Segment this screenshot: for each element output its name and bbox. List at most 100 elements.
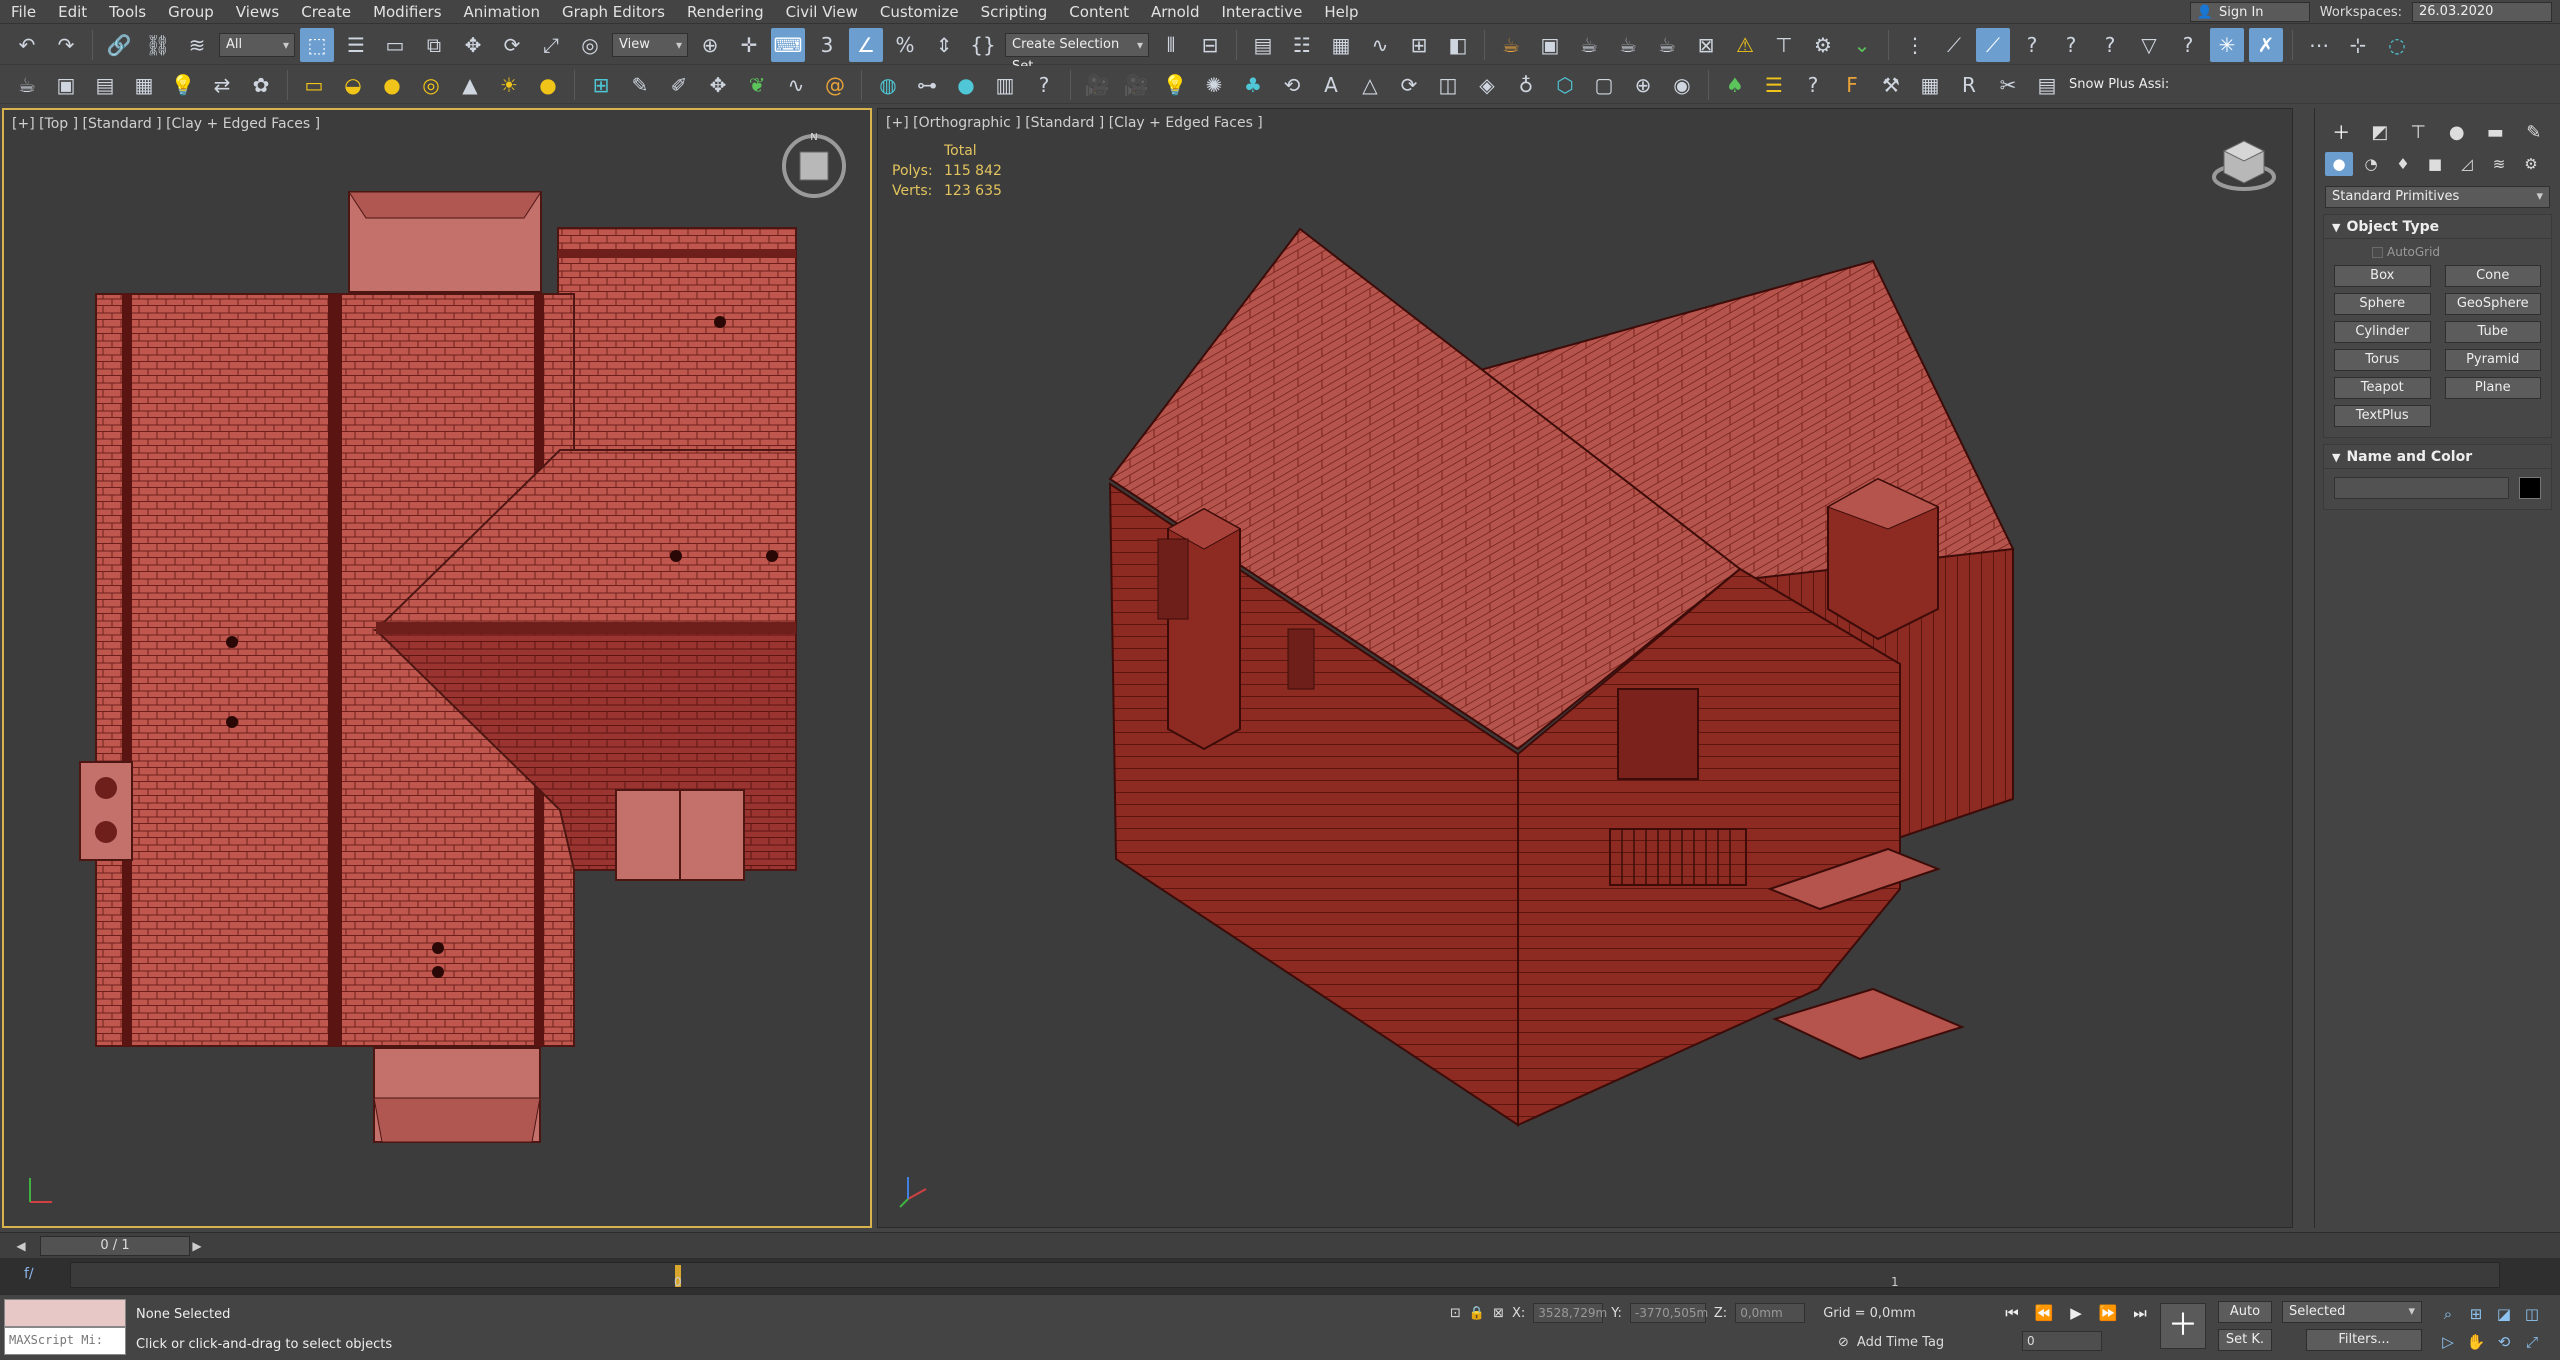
shapes-icon[interactable]: ◔ <box>2357 152 2385 176</box>
previous-frame-icon[interactable]: ◀ <box>12 1237 30 1255</box>
maxscript-input[interactable]: MAXScript Mi: <box>4 1327 126 1355</box>
object-name-input[interactable] <box>2334 477 2509 499</box>
next-key-icon[interactable]: ⏩ <box>2096 1301 2120 1325</box>
snap-perpendicular-icon[interactable]: ✳ <box>2210 27 2244 62</box>
help-circle-icon[interactable]: ? <box>1027 68 1061 102</box>
manipulate-icon[interactable]: ✛ <box>732 28 766 62</box>
wrench-tool-icon[interactable]: ✂ <box>1991 68 2025 102</box>
textplus-button[interactable]: TextPlus <box>2334 405 2431 427</box>
spinner-snap-icon[interactable]: ⇕ <box>927 28 961 62</box>
sphere-button[interactable]: Sphere <box>2334 293 2431 315</box>
snap-vertex-icon[interactable]: ⟋ <box>1937 28 1971 62</box>
snap-midpoint-icon[interactable]: ▽ <box>2132 28 2166 62</box>
utilities-tab-icon[interactable]: ✎ <box>2518 118 2551 146</box>
light-bulb-icon[interactable]: 💡 <box>166 68 200 102</box>
keyboard-shortcut-icon[interactable]: ⌨ <box>771 27 805 62</box>
motion-tab-icon[interactable]: ● <box>2441 118 2474 146</box>
geosphere-button[interactable]: GeoSphere <box>2444 293 2541 315</box>
maximize-viewport-icon[interactable]: ⤢ <box>2520 1331 2544 1353</box>
key-filters-button[interactable]: Filters... <box>2306 1329 2422 1351</box>
menu-edit[interactable]: Edit <box>47 0 98 24</box>
isolate-icon[interactable]: ⊡ <box>1450 1306 1461 1321</box>
snap-endpoint-icon[interactable]: ? <box>2093 28 2127 62</box>
omni-light-icon[interactable]: 💡 <box>1158 68 1192 102</box>
rotate-view-icon[interactable]: ⟳ <box>1392 68 1426 102</box>
eye-icon[interactable]: ◉ <box>1665 68 1699 102</box>
pyramid-tool-icon[interactable]: △ <box>1353 68 1387 102</box>
space-warps-icon[interactable]: ≋ <box>2485 152 2513 176</box>
name-color-header[interactable]: ▼ Name and Color <box>2324 445 2551 469</box>
systems-icon[interactable]: ⚙ <box>2517 152 2545 176</box>
window-crossing-icon[interactable]: ⧉ <box>417 28 451 62</box>
rendered-frame-icon[interactable]: ▣ <box>1533 28 1567 62</box>
zoom-extents-all-icon[interactable]: ◫ <box>2520 1303 2544 1325</box>
y-coordinate-field[interactable]: -3770,505m <box>1629 1303 1708 1323</box>
info-icon[interactable]: ? <box>1796 68 1830 102</box>
snow-plus-label[interactable]: Snow Plus Assi: <box>2069 77 2169 92</box>
spiral-icon[interactable]: @ <box>818 68 852 102</box>
grid-tool-icon[interactable]: ⊞ <box>584 68 618 102</box>
pivot-center-icon[interactable]: ⊕ <box>693 28 727 62</box>
go-to-end-icon[interactable]: ⏭ <box>2128 1301 2152 1325</box>
viewport-top[interactable]: [+] [Top ] [Standard ] [Clay + Edged Fac… <box>2 108 872 1228</box>
menu-tools[interactable]: Tools <box>98 0 157 24</box>
list-tool-icon[interactable]: ☰ <box>1757 68 1791 102</box>
go-to-start-icon[interactable]: ⏮ <box>2000 1301 2024 1325</box>
grid-points-icon[interactable]: ⋯ <box>2302 28 2336 62</box>
track-area[interactable]: 0 1 <box>70 1262 2500 1289</box>
snap-pivot-icon[interactable]: ? <box>2054 28 2088 62</box>
key-filter-dropdown[interactable]: Selected <box>2282 1301 2422 1323</box>
absolute-mode-icon[interactable]: ⊠ <box>1493 1306 1504 1321</box>
forest-icon[interactable]: ♠ <box>1718 68 1752 102</box>
snap-edge-icon[interactable]: ⟋ <box>1976 27 2010 62</box>
reference-coordinate-dropdown[interactable]: View <box>612 32 688 57</box>
menu-animation[interactable]: Animation <box>453 0 551 24</box>
hammer-icon[interactable]: ⚒ <box>1874 68 1908 102</box>
object-type-header[interactable]: ▼ Object Type <box>2324 215 2551 239</box>
menu-graph-editors[interactable]: Graph Editors <box>551 0 676 24</box>
snaps-toggle-icon[interactable]: 3 <box>810 28 844 62</box>
x-coordinate-field[interactable]: 3528,729m <box>1533 1303 1607 1323</box>
scene-explorer-icon[interactable]: ▤ <box>1246 28 1280 62</box>
render-activeshade-icon[interactable]: ☕ <box>1650 28 1684 62</box>
viewport-orthographic[interactable]: [+] [Orthographic ] [Standard ] [Clay + … <box>877 108 2293 1228</box>
globe-icon[interactable]: ◍ <box>871 68 905 102</box>
camera-icon[interactable]: 🎥 <box>1080 68 1114 102</box>
snap-center-icon[interactable]: ? <box>2171 28 2205 62</box>
previous-key-icon[interactable]: ⏪ <box>2032 1301 2056 1325</box>
auto-key-button[interactable]: Auto <box>2218 1301 2272 1323</box>
snap-grid-icon[interactable]: ⋮ <box>1898 28 1932 62</box>
orb-icon[interactable]: ● <box>531 68 565 102</box>
warning-icon[interactable]: ⚠ <box>1728 28 1762 62</box>
menu-customize[interactable]: Customize <box>869 0 970 24</box>
render-production-icon[interactable]: ☕ <box>1572 28 1606 62</box>
snap-face-icon[interactable]: ? <box>2015 28 2049 62</box>
paint-icon[interactable]: ✐ <box>662 68 696 102</box>
helpers-icon[interactable]: ◿ <box>2453 152 2481 176</box>
plane-button[interactable]: Plane <box>2444 377 2541 399</box>
image-icon[interactable]: ▣ <box>49 68 83 102</box>
current-frame-field[interactable]: 0 <box>2022 1331 2102 1351</box>
fp-icon[interactable]: F <box>1835 68 1869 102</box>
set-key-icon[interactable]: ＋ <box>2160 1303 2206 1349</box>
menu-scripting[interactable]: Scripting <box>970 0 1059 24</box>
viewcube-orthographic[interactable] <box>2208 129 2280 201</box>
network-icon[interactable]: ✥ <box>701 68 735 102</box>
box-primitive-icon[interactable]: ▭ <box>297 68 331 102</box>
render-cloud-icon[interactable]: ⊠ <box>1689 28 1723 62</box>
curve-tool-icon[interactable]: ∿ <box>779 68 813 102</box>
field-of-view-icon[interactable]: ▷ <box>2436 1331 2460 1353</box>
tube-button[interactable]: Tube <box>2444 321 2541 343</box>
cylinder-button[interactable]: Cylinder <box>2334 321 2431 343</box>
menu-group[interactable]: Group <box>157 0 225 24</box>
link-icon[interactable]: 🔗 <box>102 28 136 62</box>
menu-file[interactable]: File <box>0 0 47 24</box>
scale-icon[interactable]: ⤢ <box>534 28 568 62</box>
bind-space-warp-icon[interactable]: ≋ <box>180 28 214 62</box>
next-frame-icon[interactable]: ▶ <box>188 1237 206 1255</box>
create-selection-set-dropdown[interactable]: Create Selection Set <box>1005 32 1149 74</box>
bulb-outline-icon[interactable]: ♁ <box>1509 68 1543 102</box>
percent-snap-icon[interactable]: % <box>888 28 922 62</box>
modify-tab-icon[interactable]: ◩ <box>2364 118 2397 146</box>
asset-tracking-icon[interactable]: ⚙ <box>1806 28 1840 62</box>
